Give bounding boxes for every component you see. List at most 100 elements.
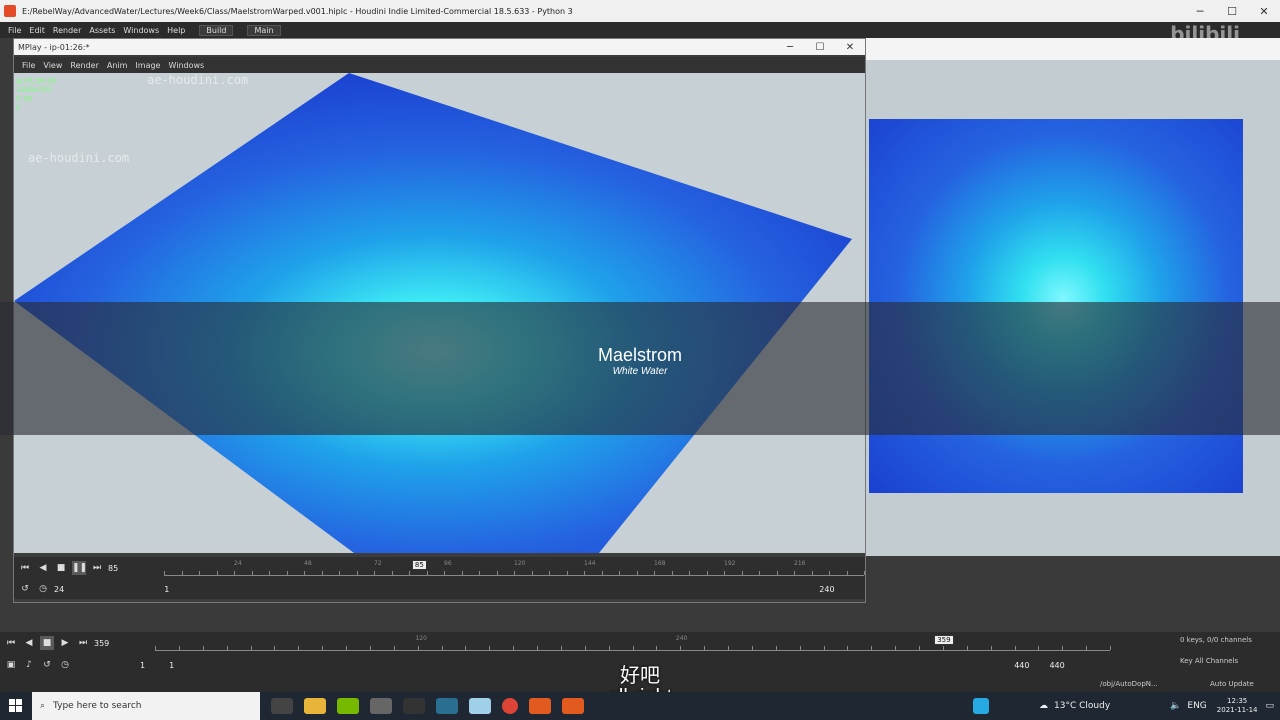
ruler-tick	[823, 646, 825, 650]
mplay-menu-file[interactable]: File	[22, 61, 35, 70]
mplay-menu-image[interactable]: Image	[135, 61, 160, 70]
play-icon[interactable]: ▶	[58, 636, 72, 650]
ruler-tick	[549, 571, 550, 575]
hud-line: fr 85	[16, 95, 33, 103]
mplay-maximize-button[interactable]: ☐	[805, 42, 835, 53]
ruler-tick	[608, 646, 610, 650]
ruler-tick	[465, 646, 467, 650]
realtime-icon[interactable]: ◷	[36, 582, 50, 596]
ruler-tick	[393, 646, 395, 650]
ruler-tick	[250, 646, 252, 650]
menu-edit[interactable]: Edit	[29, 26, 45, 35]
mplay-fps-field[interactable]: 24	[54, 585, 64, 594]
notification-icon[interactable]: ▭	[1265, 701, 1274, 711]
loop-icon[interactable]: ↺	[18, 582, 32, 596]
stop-icon[interactable]: ■	[54, 561, 68, 575]
timeline-ruler[interactable]: 120 240 359	[155, 635, 1111, 651]
current-frame-marker[interactable]: 359	[934, 635, 954, 645]
ruler-label: 216	[794, 560, 806, 567]
pause-icon[interactable]: ❚❚	[72, 561, 87, 575]
ruler-tick	[601, 571, 603, 575]
jump-start-icon[interactable]: ⏮	[4, 636, 18, 650]
ruler-tick	[274, 646, 276, 650]
menu-windows[interactable]: Windows	[123, 26, 159, 35]
ruler-tick	[226, 646, 228, 650]
ruler-tick	[584, 571, 585, 575]
ruler-tick	[811, 571, 813, 575]
mplay-range-end[interactable]: 240	[819, 585, 834, 594]
start-button[interactable]	[0, 692, 32, 720]
file-explorer-icon[interactable]	[304, 698, 326, 714]
ruler-label: 24	[234, 560, 242, 567]
mplay-title-bar: MPlay - ip-01:26:* ─ ☐ ✕	[14, 39, 865, 55]
subtitle-chinese: 好吧	[620, 663, 660, 687]
mplay-frame-field[interactable]: 85	[108, 564, 118, 573]
close-button[interactable]: ✕	[1248, 5, 1280, 18]
houdini-playbar: ⏮ ◀ ■ ▶ ⏭ 359 120 240 359	[0, 632, 1280, 654]
ruler-tick	[636, 571, 638, 575]
jump-end-icon[interactable]: ⏭	[90, 561, 104, 575]
app-icon[interactable]	[436, 698, 458, 714]
ruler-tick	[799, 646, 801, 650]
ruler-tick	[513, 646, 515, 650]
app-icon[interactable]	[370, 698, 392, 714]
ruler-tick	[339, 571, 340, 575]
ruler-tick	[619, 571, 620, 575]
ruler-tick	[369, 646, 371, 650]
ruler-tick	[864, 571, 865, 575]
task-view-icon[interactable]	[271, 698, 293, 714]
current-frame-field[interactable]: 359	[94, 639, 109, 648]
ruler-tick	[426, 571, 428, 575]
volume-icon[interactable]: 🔈	[1170, 701, 1181, 711]
play-reverse-icon[interactable]: ◀	[36, 561, 50, 575]
jump-start-icon[interactable]: ⏮	[18, 561, 32, 575]
ruler-tick	[847, 646, 849, 650]
clock-time: 12:35	[1227, 697, 1248, 705]
stop-icon[interactable]: ■	[40, 636, 54, 650]
menu-render[interactable]: Render	[53, 26, 81, 35]
maps-icon[interactable]	[403, 698, 425, 714]
mplay-menu-windows[interactable]: Windows	[168, 61, 204, 70]
nvidia-icon[interactable]	[337, 698, 359, 714]
ruler-tick	[155, 646, 156, 650]
menu-file[interactable]: File	[8, 26, 21, 35]
notepad-icon[interactable]	[469, 698, 491, 714]
minimize-button[interactable]: ─	[1184, 5, 1216, 18]
desktop-build-select[interactable]: Build	[199, 24, 234, 36]
mplay-minimize-button[interactable]: ─	[775, 42, 805, 53]
maximize-button[interactable]: ☐	[1216, 5, 1248, 18]
houdini-icon[interactable]	[529, 698, 551, 714]
mplay-menu-render[interactable]: Render	[70, 61, 98, 70]
menu-help[interactable]: Help	[167, 26, 185, 35]
scene-view-toolbar	[866, 38, 1280, 60]
jump-end-icon[interactable]: ⏭	[76, 636, 90, 650]
houdini-icon[interactable]	[562, 698, 584, 714]
ruler-tick	[566, 571, 568, 575]
mplay-menu-anim[interactable]: Anim	[107, 61, 128, 70]
shelf-strip	[0, 604, 1280, 632]
weather-icon[interactable]: ☁	[1039, 701, 1048, 711]
mplay-frame-ruler[interactable]: 24 48 72 96 120 144 168 192 216 85	[164, 560, 865, 576]
weather-text[interactable]: 13°C Cloudy	[1054, 701, 1110, 711]
current-frame-marker[interactable]: 85	[411, 560, 427, 570]
ruler-tick	[1014, 646, 1016, 650]
mplay-range-start[interactable]: 1	[164, 585, 169, 594]
play-reverse-icon[interactable]: ◀	[22, 636, 36, 650]
ruler-tick	[234, 571, 235, 575]
mplay-close-button[interactable]: ✕	[835, 42, 865, 53]
taskbar-search[interactable]: ⌕ Type here to search	[32, 692, 260, 720]
clock[interactable]: 12:35 2021-11-14	[1217, 697, 1258, 715]
chrome-icon[interactable]	[502, 698, 518, 714]
mplay-menu-view[interactable]: View	[43, 61, 62, 70]
ruler-tick	[759, 571, 760, 575]
mplay-title: MPlay - ip-01:26:*	[18, 42, 90, 52]
windows-taskbar: ⌕ Type here to search ☁ 13°C Cloudy 🔈 EN…	[0, 692, 1280, 720]
mplay-menubar: File View Render Anim Image Windows	[14, 57, 865, 73]
desktop-main-select[interactable]: Main	[247, 24, 281, 36]
overlay-title: Maelstrom	[597, 345, 682, 365]
app-l-icon[interactable]	[973, 698, 990, 714]
ruler-tick	[178, 646, 180, 650]
language-indicator[interactable]: ENG	[1187, 701, 1206, 711]
site-watermark: ae-houdini.com	[28, 151, 130, 165]
menu-assets[interactable]: Assets	[89, 26, 115, 35]
